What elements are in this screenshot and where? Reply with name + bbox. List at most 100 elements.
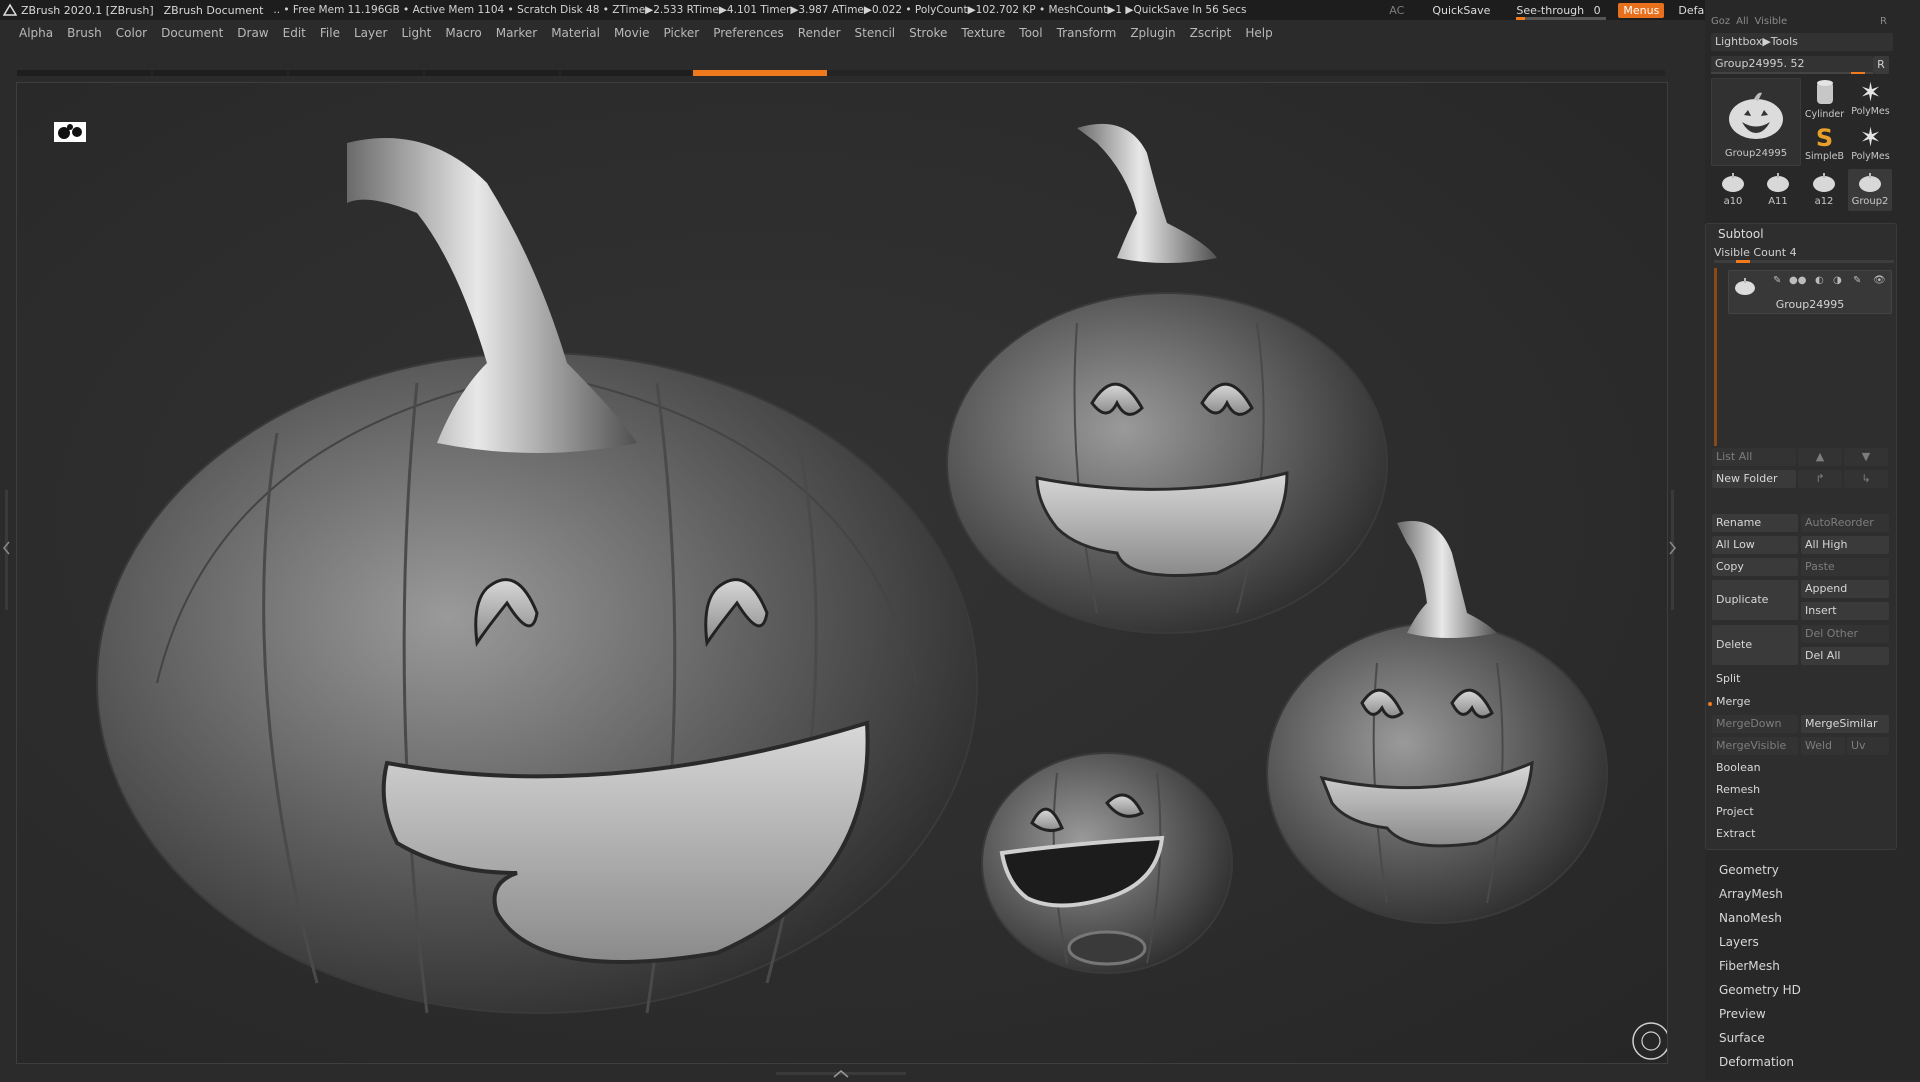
list-all-button[interactable]: List All [1712, 448, 1796, 466]
subpalette-surface[interactable]: Surface [1711, 1026, 1891, 1050]
menu-help[interactable]: Help [1238, 26, 1279, 40]
bottom-tray-handle[interactable] [776, 1069, 906, 1079]
subtool-list-scrollbar[interactable] [1714, 268, 1717, 446]
tool-thumb-polymesh-2[interactable]: ✶ PolyMes [1848, 123, 1893, 167]
boolean-section[interactable]: Boolean [1712, 759, 1890, 777]
eye-icon[interactable]: 👁 [1873, 275, 1886, 286]
menu-material[interactable]: Material [544, 26, 607, 40]
merge-down-button[interactable]: MergeDown [1712, 715, 1798, 733]
goz-button[interactable]: Goz [1711, 16, 1730, 30]
tool-thumb-a10[interactable]: a10 [1711, 169, 1755, 211]
menu-file[interactable]: File [313, 26, 347, 40]
lightbox-tools-button[interactable]: Lightbox▶Tools [1711, 33, 1893, 51]
tool-thumb-group24995[interactable]: Group24995 [1711, 78, 1801, 166]
menu-tool[interactable]: Tool [1012, 26, 1049, 40]
copy-button[interactable]: Copy [1712, 558, 1798, 576]
ac-indicator[interactable]: AC [1381, 4, 1412, 17]
tool-thumb-a11[interactable]: A11 [1756, 169, 1800, 211]
folder-up-icon[interactable]: ↱ [1798, 470, 1842, 488]
tool-thumb-a12[interactable]: a12 [1802, 169, 1846, 211]
remesh-section[interactable]: Remesh [1712, 781, 1890, 799]
left-tray-handle[interactable] [2, 490, 12, 610]
right-tray-handle[interactable] [1668, 490, 1678, 610]
material-toggle-icon[interactable]: ◐ [1815, 275, 1824, 286]
menu-macro[interactable]: Macro [438, 26, 488, 40]
merge-similar-button[interactable]: MergeSimilar [1801, 715, 1889, 733]
del-other-button[interactable]: Del Other [1801, 625, 1889, 643]
menu-alpha[interactable]: Alpha [12, 26, 60, 40]
uv-toggle[interactable]: Uv [1847, 737, 1889, 755]
menu-preferences[interactable]: Preferences [706, 26, 791, 40]
move-up-icon[interactable]: ▲ [1798, 448, 1842, 466]
duplicate-button[interactable]: Duplicate [1712, 580, 1798, 620]
subpalette-nanomesh[interactable]: NanoMesh [1711, 906, 1891, 930]
visible-button[interactable]: Visible [1755, 16, 1788, 30]
all-low-button[interactable]: All Low [1712, 536, 1798, 554]
tool-thumb-polymesh[interactable]: ✶ PolyMes [1848, 78, 1893, 122]
split-section[interactable]: Split [1712, 670, 1890, 688]
menu-edit[interactable]: Edit [276, 26, 313, 40]
menu-layer[interactable]: Layer [347, 26, 394, 40]
menu-light[interactable]: Light [394, 26, 438, 40]
r-tool-button[interactable]: R [1873, 56, 1889, 74]
merge-visible-button[interactable]: MergeVisible [1712, 737, 1798, 755]
paste-button[interactable]: Paste [1801, 558, 1889, 576]
subpalette-deformation[interactable]: Deformation [1711, 1050, 1891, 1074]
menu-brush[interactable]: Brush [60, 26, 109, 40]
folder-down-icon[interactable]: ↳ [1844, 470, 1888, 488]
menu-zplugin[interactable]: Zplugin [1123, 26, 1182, 40]
insert-button[interactable]: Insert [1801, 602, 1889, 620]
menu-texture[interactable]: Texture [954, 26, 1012, 40]
menu-zscript[interactable]: Zscript [1183, 26, 1239, 40]
subpalette-geometry-hd[interactable]: Geometry HD [1711, 978, 1891, 1002]
polypaint-toggle-icon[interactable]: ●● [1789, 275, 1806, 286]
subpalette-fibermesh[interactable]: FiberMesh [1711, 954, 1891, 978]
append-button[interactable]: Append [1801, 580, 1889, 598]
brush-icon[interactable]: ✎ [1773, 275, 1781, 286]
menu-document[interactable]: Document [154, 26, 230, 40]
project-section[interactable]: Project [1712, 803, 1890, 821]
edit-icon[interactable]: ✎ [1853, 275, 1861, 286]
weld-toggle[interactable]: Weld [1801, 737, 1845, 755]
pumpkin-bottom-small[interactable] [981, 752, 1233, 974]
subtool-item[interactable]: ✎ ●● ◐ ◑ ✎ 👁 Group24995 [1728, 270, 1892, 314]
del-all-button[interactable]: Del All [1801, 647, 1889, 665]
subpalette-arraymesh[interactable]: ArrayMesh [1711, 882, 1891, 906]
tool-thumb-cylinder[interactable]: Cylinder [1802, 78, 1847, 122]
menu-transform[interactable]: Transform [1050, 26, 1124, 40]
menu-movie[interactable]: Movie [607, 26, 657, 40]
new-folder-button[interactable]: New Folder [1712, 470, 1796, 488]
tool-thumb-group2[interactable]: Group2 [1848, 169, 1892, 211]
subtool-title[interactable]: Subtool [1718, 227, 1764, 241]
current-tool-slider[interactable]: Group24995. 52 [1711, 56, 1873, 74]
menu-draw[interactable]: Draw [230, 26, 275, 40]
all-high-button[interactable]: All High [1801, 536, 1889, 554]
gyro-navigation-icon[interactable] [1631, 1021, 1668, 1061]
mask-toggle-icon[interactable]: ◑ [1833, 275, 1842, 286]
subpalette-geometry[interactable]: Geometry [1711, 858, 1891, 882]
move-down-icon[interactable]: ▼ [1844, 448, 1888, 466]
menus-toggle-button[interactable]: Menus [1618, 2, 1665, 18]
rename-button[interactable]: Rename [1712, 514, 1798, 532]
extract-section[interactable]: Extract [1712, 825, 1890, 843]
tool-thumb-simplebrush[interactable]: S SimpleB [1802, 123, 1847, 167]
document-canvas[interactable] [16, 82, 1668, 1064]
see-through-slider[interactable]: See-through 0 [1510, 4, 1612, 20]
merge-section[interactable]: Merge [1712, 693, 1890, 711]
pumpkin-large[interactable] [96, 138, 978, 1014]
r-top-button[interactable]: R [1880, 16, 1887, 30]
pumpkin-top-right[interactable] [946, 123, 1388, 634]
subpalette-preview[interactable]: Preview [1711, 1002, 1891, 1026]
menu-color[interactable]: Color [109, 26, 154, 40]
all-button[interactable]: All [1736, 16, 1748, 30]
menu-render[interactable]: Render [791, 26, 848, 40]
quicksave-button[interactable]: QuickSave [1424, 4, 1498, 17]
menu-picker[interactable]: Picker [656, 26, 706, 40]
menu-stencil[interactable]: Stencil [848, 26, 903, 40]
subpalette-layers[interactable]: Layers [1711, 930, 1891, 954]
menu-stroke[interactable]: Stroke [902, 26, 954, 40]
menu-marker[interactable]: Marker [489, 26, 544, 40]
auto-reorder-button[interactable]: AutoReorder [1801, 514, 1889, 532]
visible-count-slider[interactable]: Visible Count 4 [1714, 246, 1894, 263]
delete-button[interactable]: Delete [1712, 625, 1798, 665]
